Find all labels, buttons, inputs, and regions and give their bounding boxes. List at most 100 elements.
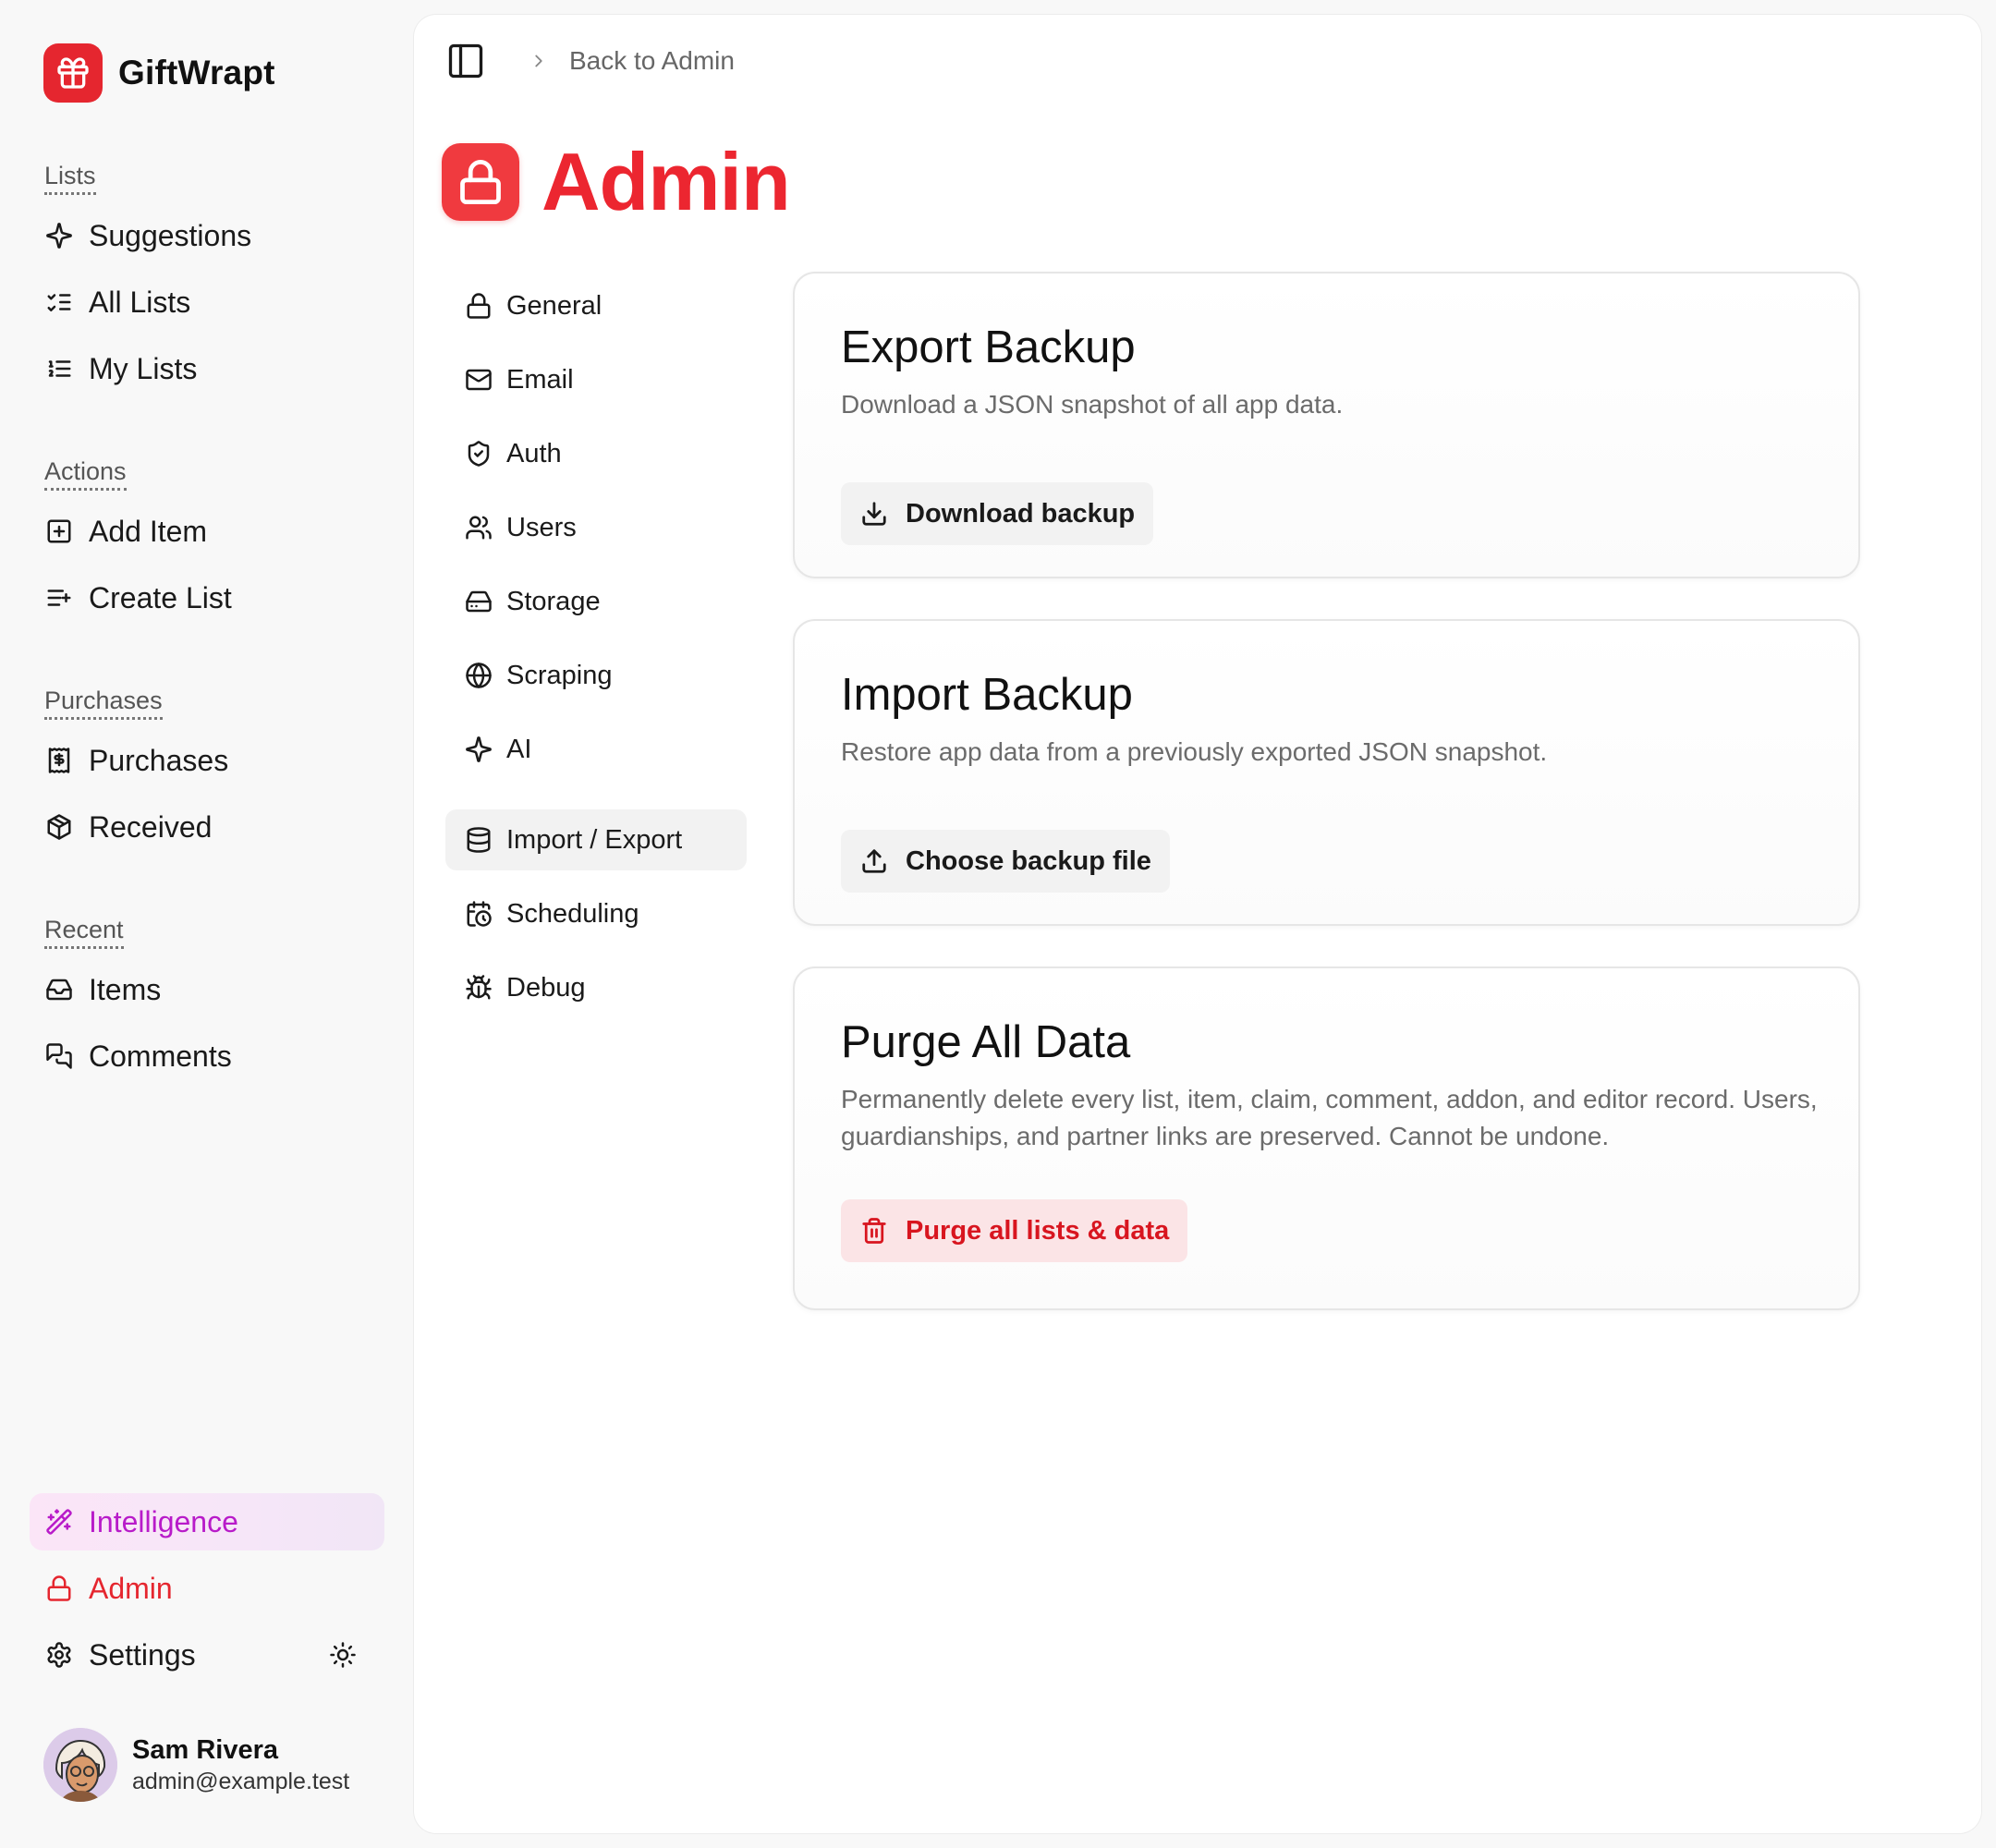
subnav-item-email[interactable]: Email <box>445 349 747 410</box>
globe-icon <box>464 661 493 690</box>
choose-backup-file-button[interactable]: Choose backup file <box>841 830 1170 893</box>
lock-icon <box>464 291 493 321</box>
chevron-right-icon <box>529 51 549 71</box>
subnav-item-general[interactable]: General <box>445 275 747 336</box>
sidebar-item-received[interactable]: Received <box>30 798 384 856</box>
sidebar: GiftWrapt Lists Suggestions All Lists My… <box>0 0 414 1848</box>
user-profile[interactable]: Sam Rivera admin@example.test <box>43 1728 349 1802</box>
subnav-item-label: Scraping <box>506 660 613 690</box>
purge-all-data-button[interactable]: Purge all lists & data <box>841 1199 1188 1262</box>
purge-all-data-card: Purge All Data Permanently delete every … <box>793 967 1860 1310</box>
subnav-item-auth[interactable]: Auth <box>445 423 747 484</box>
subnav-item-debug[interactable]: Debug <box>445 957 747 1018</box>
sidebar-item-suggestions[interactable]: Suggestions <box>30 207 384 264</box>
main-panel: Back to Admin Admin General Email Auth U… <box>414 15 1981 1833</box>
export-backup-card: Export Backup Download a JSON snapshot o… <box>793 272 1860 578</box>
upload-icon <box>859 846 889 876</box>
users-icon <box>464 513 493 542</box>
sidebar-toggle-icon[interactable] <box>445 41 486 81</box>
sidebar-item-admin[interactable]: Admin <box>30 1560 384 1617</box>
user-email: admin@example.test <box>132 1769 350 1794</box>
card-description: Permanently delete every list, item, cla… <box>841 1085 1818 1150</box>
subnav-item-label: Debug <box>506 972 586 1003</box>
subnav-item-storage[interactable]: Storage <box>445 571 747 632</box>
sidebar-item-all-lists[interactable]: All Lists <box>30 274 384 331</box>
sidebar-item-label: Intelligence <box>89 1504 238 1538</box>
subnav-item-label: AI <box>506 734 532 764</box>
section-label-lists: Lists <box>44 161 96 195</box>
sidebar-item-label: Purchases <box>89 743 229 777</box>
back-to-admin-link[interactable]: Back to Admin <box>569 46 735 76</box>
bug-icon <box>464 973 493 1003</box>
list-plus-icon <box>44 583 74 613</box>
subnav-item-ai[interactable]: AI <box>445 719 747 780</box>
subnav-item-label: Users <box>506 512 577 542</box>
gift-logo-icon <box>43 43 103 103</box>
download-icon <box>859 499 889 529</box>
lock-icon <box>44 1574 74 1603</box>
sidebar-item-label: Create List <box>89 580 232 614</box>
sidebar-item-comments[interactable]: Comments <box>30 1027 384 1085</box>
brand-name: GiftWrapt <box>118 54 275 91</box>
button-label: Choose backup file <box>906 845 1151 876</box>
card-title: Export Backup <box>841 322 1136 372</box>
avatar <box>43 1728 117 1802</box>
sidebar-item-label: Settings <box>89 1637 196 1672</box>
subnav-item-scheduling[interactable]: Scheduling <box>445 883 747 944</box>
subnav-item-label: Storage <box>506 586 601 616</box>
section-label-recent: Recent <box>44 915 124 949</box>
list-ordered-icon <box>44 354 74 383</box>
sidebar-item-settings[interactable]: Settings <box>30 1626 384 1684</box>
shield-check-icon <box>464 439 493 468</box>
sidebar-item-intelligence[interactable]: Intelligence <box>30 1493 384 1550</box>
subnav-item-users[interactable]: Users <box>445 497 747 558</box>
wand-sparkles-icon <box>44 1507 74 1537</box>
lock-icon <box>442 143 519 221</box>
inbox-icon <box>44 975 74 1004</box>
hard-drive-icon <box>464 587 493 616</box>
sidebar-item-create-list[interactable]: Create List <box>30 569 384 626</box>
card-description: Download a JSON snapshot of all app data… <box>841 390 1344 419</box>
section-label-actions: Actions <box>44 456 127 491</box>
sparkles-icon <box>44 221 74 250</box>
sparkles-icon <box>464 735 493 764</box>
subnav-item-label: Email <box>506 364 574 395</box>
sun-icon[interactable] <box>329 1641 359 1671</box>
trash-icon <box>859 1216 889 1246</box>
sidebar-item-label: My Lists <box>89 351 198 385</box>
import-backup-card: Import Backup Restore app data from a pr… <box>793 619 1860 926</box>
brand[interactable]: GiftWrapt <box>43 43 275 103</box>
subnav-item-label: Auth <box>506 438 562 468</box>
subnav-item-import-export[interactable]: Import / Export <box>445 809 747 870</box>
sidebar-item-purchases[interactable]: Purchases <box>30 732 384 789</box>
database-icon <box>464 825 493 855</box>
gear-icon <box>44 1640 74 1670</box>
list-checks-icon <box>44 287 74 317</box>
section-label-purchases: Purchases <box>44 686 163 720</box>
page-title-text: Admin <box>542 136 791 227</box>
sidebar-item-label: Items <box>89 972 162 1006</box>
package-icon <box>44 812 74 842</box>
sidebar-item-label: Suggestions <box>89 218 252 252</box>
sidebar-item-my-lists[interactable]: My Lists <box>30 340 384 397</box>
sidebar-item-label: Admin <box>89 1571 173 1605</box>
mail-icon <box>464 365 493 395</box>
sidebar-item-label: All Lists <box>89 285 191 319</box>
subnav-item-label: General <box>506 290 602 321</box>
sidebar-item-label: Received <box>89 809 213 844</box>
subnav-item-scraping[interactable]: Scraping <box>445 645 747 706</box>
topbar: Back to Admin <box>445 39 735 83</box>
card-description: Restore app data from a previously expor… <box>841 737 1548 766</box>
button-label: Purge all lists & data <box>906 1215 1170 1246</box>
square-plus-icon <box>44 517 74 546</box>
user-name: Sam Rivera <box>132 1735 278 1765</box>
card-title: Purge All Data <box>841 1017 1131 1067</box>
download-backup-button[interactable]: Download backup <box>841 482 1154 545</box>
sidebar-item-add-item[interactable]: Add Item <box>30 503 384 560</box>
messages-icon <box>44 1041 74 1071</box>
sidebar-item-label: Add Item <box>89 514 208 548</box>
sidebar-item-items[interactable]: Items <box>30 961 384 1018</box>
sidebar-item-label: Comments <box>89 1039 232 1073</box>
calendar-clock-icon <box>464 899 493 929</box>
subnav-item-label: Scheduling <box>506 898 639 929</box>
